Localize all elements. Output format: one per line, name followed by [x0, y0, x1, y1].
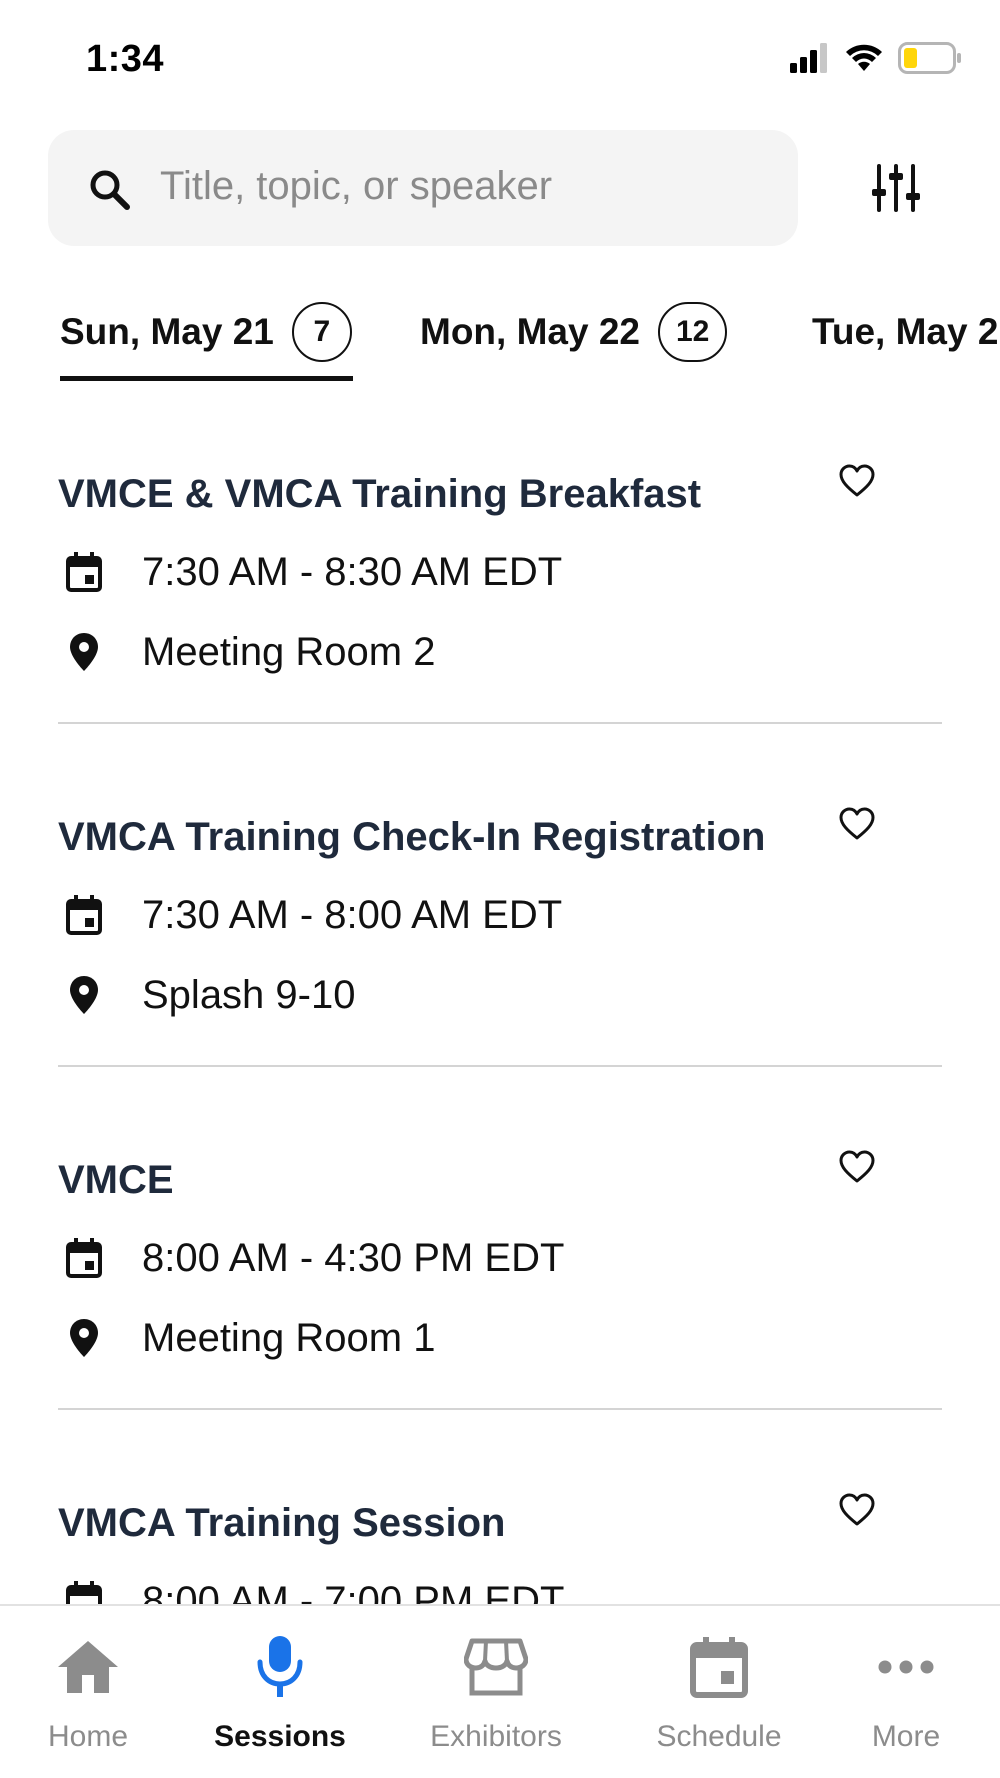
- favorite-button[interactable]: [830, 1142, 884, 1196]
- nav-more[interactable]: More: [852, 1606, 960, 1778]
- storefront-icon: [461, 1632, 531, 1702]
- session-location: Meeting Room 1: [142, 1315, 436, 1360]
- divider: [58, 1408, 942, 1410]
- session-title: VMCE & VMCA Training Breakfast: [58, 472, 702, 516]
- divider: [58, 1065, 942, 1067]
- session-item[interactable]: VMCA Training Check-In Registration 7:30…: [58, 807, 942, 1017]
- more-dots-icon: [871, 1632, 941, 1702]
- session-location-row: Meeting Room 1: [58, 1312, 435, 1364]
- heart-icon: [839, 807, 875, 846]
- favorite-button[interactable]: [830, 799, 884, 853]
- tab-sun-may-21[interactable]: Sun, May 21 7: [60, 280, 352, 384]
- nav-label: Exhibitors: [430, 1720, 562, 1753]
- wifi-icon: [844, 43, 884, 78]
- tab-count-badge: 12: [658, 302, 728, 362]
- nav-schedule[interactable]: Schedule: [644, 1606, 794, 1778]
- session-title: VMCE: [58, 1158, 174, 1202]
- microphone-icon: [245, 1632, 315, 1702]
- session-location: Meeting Room 2: [142, 629, 436, 674]
- nav-home[interactable]: Home: [28, 1606, 148, 1778]
- status-time: 1:34: [86, 38, 165, 80]
- tab-label: Sun, May 21: [60, 311, 274, 352]
- calendar-icon: [58, 889, 110, 941]
- filter-sliders-icon: [871, 163, 921, 217]
- heart-icon: [839, 1150, 875, 1189]
- home-icon: [53, 1632, 123, 1702]
- tab-label: Tue, May 2: [812, 311, 999, 352]
- calendar-icon: [58, 1232, 110, 1284]
- nav-sessions[interactable]: Sessions: [200, 1606, 360, 1778]
- session-item[interactable]: VMCE & VMCA Training Breakfast 7:30 AM -…: [58, 464, 942, 674]
- tab-count-badge: 7: [291, 302, 352, 362]
- favorite-button[interactable]: [830, 456, 884, 510]
- session-time-row: 7:30 AM - 8:00 AM EDT: [58, 889, 562, 941]
- tab-mon-may-22[interactable]: Mon, May 22 12: [420, 280, 728, 384]
- session-location-row: Meeting Room 2: [58, 626, 435, 678]
- nav-exhibitors[interactable]: Exhibitors: [420, 1606, 572, 1778]
- status-bar: 1:34: [0, 0, 1000, 120]
- session-time-row: 8:00 AM - 4:30 PM EDT: [58, 1232, 564, 1284]
- search-icon: [88, 168, 132, 212]
- tab-label: Mon, May 22: [420, 311, 640, 352]
- bottom-nav: Home Sessions Exhibitors Schedule More: [0, 1604, 1000, 1778]
- battery-icon: [898, 41, 962, 79]
- active-tab-indicator: [60, 376, 353, 381]
- location-pin-icon: [58, 1312, 110, 1364]
- location-pin-icon: [58, 969, 110, 1021]
- divider: [58, 722, 942, 724]
- calendar-icon: [684, 1632, 754, 1702]
- tab-tue-may-23[interactable]: Tue, May 2: [812, 280, 998, 384]
- session-title: VMCA Training Check-In Registration: [58, 815, 766, 859]
- heart-icon: [839, 464, 875, 503]
- nav-label: Schedule: [656, 1720, 782, 1753]
- session-location: Splash 9-10: [142, 972, 356, 1017]
- session-time: 8:00 AM - 4:30 PM EDT: [142, 1235, 565, 1280]
- session-location-row: Splash 9-10: [58, 969, 355, 1021]
- nav-label: Home: [47, 1720, 129, 1753]
- calendar-icon: [58, 546, 110, 598]
- date-tabs: Sun, May 21 7 Mon, May 22 12 Tue, May 2: [0, 280, 1000, 384]
- location-pin-icon: [58, 626, 110, 678]
- nav-label: Sessions: [214, 1720, 346, 1753]
- filter-button[interactable]: [862, 160, 930, 220]
- session-time: 7:30 AM - 8:00 AM EDT: [142, 892, 563, 937]
- session-title: VMCA Training Session: [58, 1501, 506, 1545]
- status-icons: [790, 41, 962, 79]
- session-item[interactable]: VMCE 8:00 AM - 4:30 PM EDT Meeting Room …: [58, 1150, 942, 1360]
- search-input[interactable]: [160, 158, 780, 214]
- session-time-row: 7:30 AM - 8:30 AM EDT: [58, 546, 562, 598]
- favorite-button[interactable]: [830, 1485, 884, 1539]
- heart-icon: [839, 1493, 875, 1532]
- session-time: 7:30 AM - 8:30 AM EDT: [142, 549, 563, 594]
- nav-label: More: [871, 1720, 941, 1753]
- cellular-signal-icon: [790, 42, 830, 78]
